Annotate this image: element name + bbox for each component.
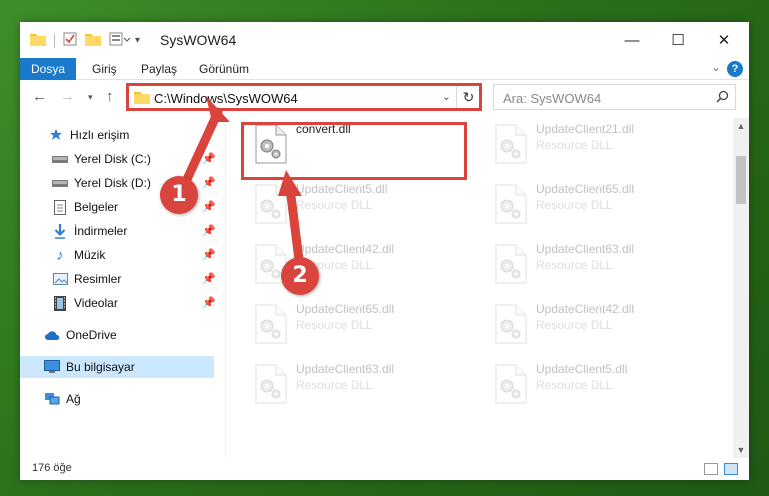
annotation-arrows (178, 96, 305, 273)
arrow-step-2 (285, 183, 305, 273)
arrowhead-step-1 (206, 96, 230, 122)
arrow-step-1 (178, 107, 223, 193)
step-2-badge: 2 (281, 257, 319, 295)
step-1-badge: 1 (160, 176, 198, 214)
arrowhead-step-2 (278, 170, 302, 196)
